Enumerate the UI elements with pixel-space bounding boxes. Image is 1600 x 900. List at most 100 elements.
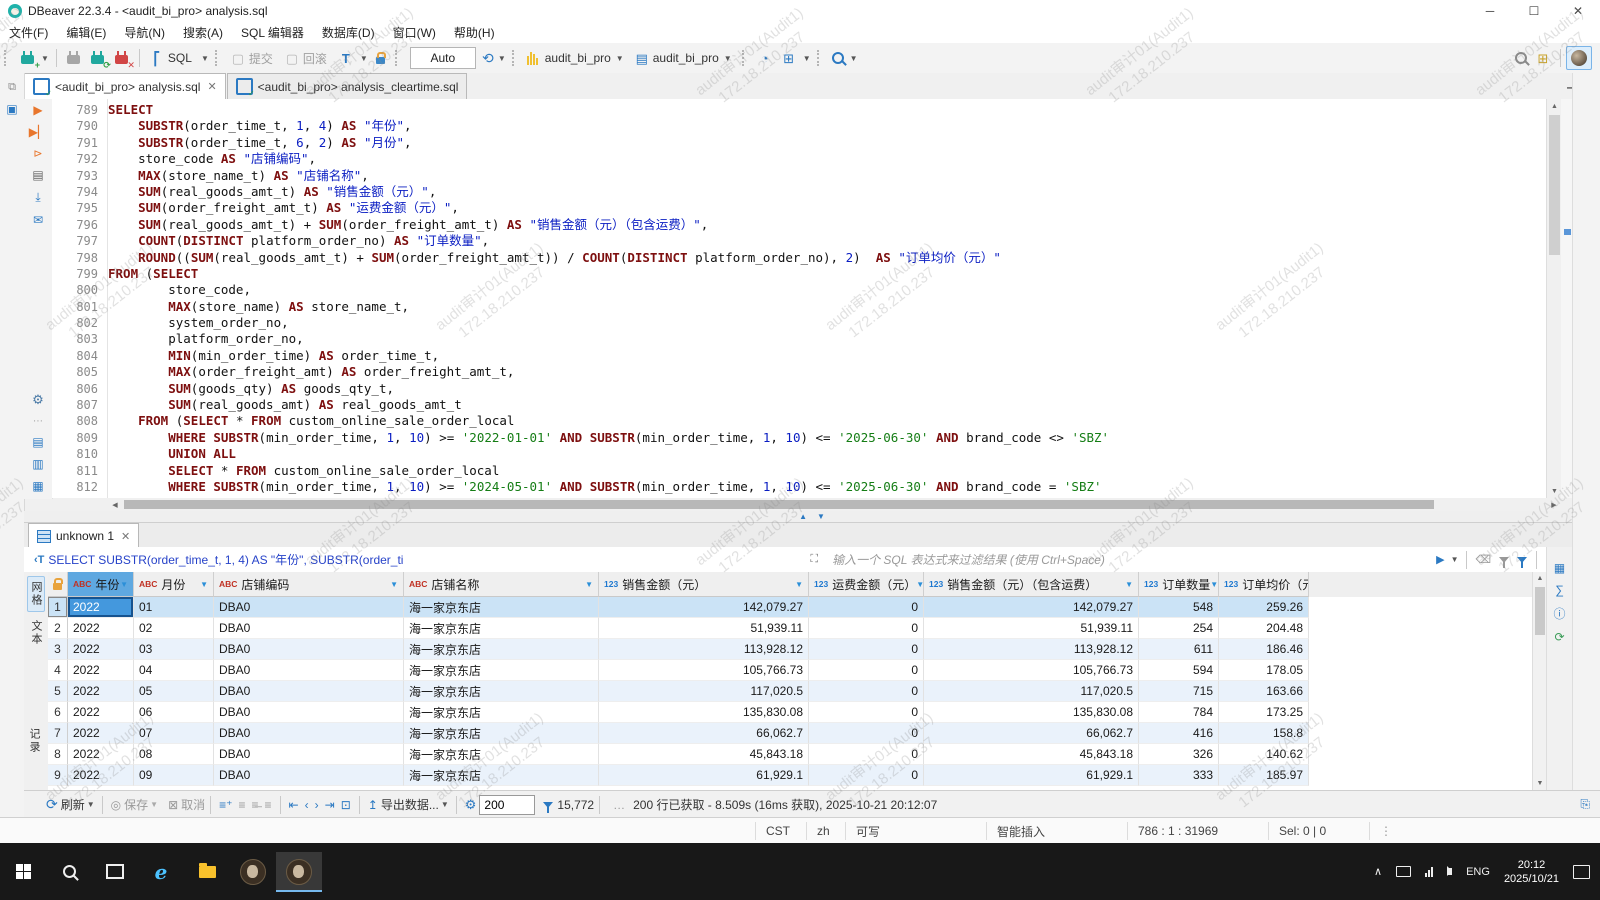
cell[interactable]: 548	[1139, 597, 1219, 618]
cell[interactable]: 66,062.7	[924, 723, 1139, 744]
column-filter-caret-icon[interactable]: ▼	[390, 580, 398, 589]
cell[interactable]: 117,020.5	[924, 681, 1139, 702]
cell[interactable]: 163.66	[1219, 681, 1309, 702]
cell[interactable]: 06	[134, 702, 214, 723]
cell[interactable]: 海一家京东店	[404, 618, 599, 639]
cell[interactable]: 117,020.5	[599, 681, 809, 702]
history-caret-icon[interactable]: ▼	[498, 54, 506, 63]
cell[interactable]: 03	[134, 639, 214, 660]
results-tab-unknown1[interactable]: unknown 1 ✕	[28, 523, 139, 548]
script-doc-icon[interactable]: ▤	[32, 435, 43, 449]
view-tab-grid[interactable]: 网格	[27, 576, 45, 612]
touch-keyboard-icon[interactable]	[1396, 866, 1411, 877]
menu-item-4[interactable]: SQL 编辑器	[232, 24, 313, 41]
cell[interactable]: 45,843.18	[599, 744, 809, 765]
cell[interactable]: 2022	[68, 660, 134, 681]
transaction-caret-icon[interactable]: ▼	[360, 54, 368, 63]
close-button[interactable]: ✕	[1556, 0, 1600, 22]
cell[interactable]: 142,079.27	[924, 597, 1139, 618]
table-row[interactable]: 4202204DBA0海一家京东店105,766.730105,766.7359…	[48, 660, 1532, 681]
cell[interactable]: 0	[809, 681, 924, 702]
cell[interactable]: 2022	[68, 639, 134, 660]
column-filter-caret-icon[interactable]: ▼	[795, 580, 803, 589]
cell[interactable]: 09	[134, 765, 214, 786]
file-explorer-button[interactable]	[184, 852, 230, 892]
column-header-4[interactable]: 123销售金额（元）▼	[599, 572, 809, 597]
cell[interactable]: DBA0	[214, 660, 404, 681]
table-row[interactable]: 6202206DBA0海一家京东店135,830.080135,830.0878…	[48, 702, 1532, 723]
menu-item-7[interactable]: 帮助(H)	[445, 24, 504, 41]
cell[interactable]: 2022	[68, 744, 134, 765]
task-view-button[interactable]	[92, 852, 138, 892]
app-window-1[interactable]	[230, 852, 276, 892]
filter-caret-icon[interactable]: ▼	[1451, 555, 1459, 564]
user-perspective-button[interactable]	[1566, 46, 1592, 70]
column-header-1[interactable]: ABC月份▼	[134, 572, 214, 597]
column-header-7[interactable]: 123订单数量▼	[1139, 572, 1219, 597]
cell[interactable]: 海一家京东店	[404, 639, 599, 660]
cell[interactable]: 07	[134, 723, 214, 744]
last-row-icon[interactable]: ⇥	[325, 798, 335, 812]
row-number[interactable]: 2	[48, 618, 68, 639]
execute-new-tab-icon[interactable]: ⊳	[33, 147, 42, 160]
cell[interactable]: 04	[134, 660, 214, 681]
column-filter-caret-icon[interactable]: ▼	[200, 580, 208, 589]
search-caret-icon[interactable]: ▼	[850, 54, 858, 63]
table-row[interactable]: 1202201DBA0海一家京东店142,079.270142,079.2754…	[48, 597, 1532, 618]
cell[interactable]: 海一家京东店	[404, 597, 599, 618]
autocommit-lock-button[interactable]	[371, 46, 390, 70]
cell[interactable]: 01	[134, 597, 214, 618]
disconnect-button[interactable]: ✕	[111, 46, 133, 70]
cell[interactable]: 142,079.27	[599, 597, 809, 618]
cell[interactable]: 61,929.1	[599, 765, 809, 786]
cell[interactable]: 186.46	[1219, 639, 1309, 660]
action-center-icon[interactable]	[1573, 865, 1590, 879]
collapse-up-icon[interactable]: ▲	[799, 512, 807, 521]
cell[interactable]: 784	[1139, 702, 1219, 723]
cell[interactable]: DBA0	[214, 639, 404, 660]
plan-caret-icon[interactable]: ▼	[803, 54, 811, 63]
editor-tab-1[interactable]: <audit_bi_pro> analysis_cleartime.sql	[227, 73, 468, 99]
filter-input[interactable]: 输入一个 SQL 表达式来过滤结果 (使用 Ctrl+Space)	[832, 551, 1432, 568]
database-select-button[interactable]: audit_bi_pro ▼	[524, 46, 629, 70]
cell[interactable]: 113,928.12	[924, 639, 1139, 660]
transaction-mode-button[interactable]: T	[335, 46, 357, 70]
output-icon[interactable]: ✉	[33, 213, 43, 227]
minimize-button[interactable]: ─	[1468, 0, 1512, 22]
refresh-panel-icon[interactable]: ⟳	[1554, 630, 1564, 644]
copy-row-icon[interactable]: ≡	[239, 798, 246, 812]
cell[interactable]: 105,766.73	[924, 660, 1139, 681]
add-row-icon[interactable]: ≡⁺	[219, 798, 232, 812]
column-header-0[interactable]: ABC年份▼	[68, 572, 134, 597]
sql-editor-caret-icon[interactable]: ▼	[201, 54, 209, 63]
cell[interactable]: 45,843.18	[924, 744, 1139, 765]
save-button[interactable]: 保存	[124, 796, 148, 813]
cell[interactable]: DBA0	[214, 618, 404, 639]
column-filter-caret-icon[interactable]: ▼	[120, 580, 128, 589]
cell[interactable]: 08	[134, 744, 214, 765]
cell[interactable]: DBA0	[214, 765, 404, 786]
focus-row-icon[interactable]: ⊡	[341, 798, 351, 812]
delete-row-icon[interactable]: ≡̶	[252, 798, 259, 812]
schema-select-button[interactable]: ▤ audit_bi_pro ▼	[631, 46, 737, 70]
script-doc2-icon[interactable]: ▥	[32, 457, 43, 471]
quick-search-button[interactable]	[1512, 46, 1530, 70]
menu-item-1[interactable]: 编辑(E)	[57, 24, 115, 41]
fetch-size-input[interactable]	[479, 795, 535, 815]
column-header-2[interactable]: ABC店铺编码▼	[214, 572, 404, 597]
reconnect-button[interactable]: ⟳	[87, 46, 109, 70]
cell[interactable]: DBA0	[214, 681, 404, 702]
sql-code-editor[interactable]: SELECT SUBSTR(order_time_t, 1, 4) AS "年份…	[108, 99, 1546, 501]
row-number[interactable]: 8	[48, 744, 68, 765]
execution-plan-button[interactable]: ⊞	[778, 46, 800, 70]
settings-gear-icon[interactable]: ⚙	[32, 392, 44, 408]
editor-horizontal-scrollbar[interactable]: ◀ ▶	[108, 498, 1561, 511]
cell[interactable]: 185.97	[1219, 765, 1309, 786]
taskbar-search-button[interactable]	[46, 852, 92, 892]
app-window-2-active[interactable]	[276, 852, 322, 892]
results-tab-close-icon[interactable]: ✕	[121, 530, 130, 543]
cell[interactable]: 海一家京东店	[404, 681, 599, 702]
editor-results-splitter[interactable]: ▲ ▼	[24, 511, 1600, 522]
cell[interactable]: 140.62	[1219, 744, 1309, 765]
cell[interactable]: 海一家京东店	[404, 744, 599, 765]
